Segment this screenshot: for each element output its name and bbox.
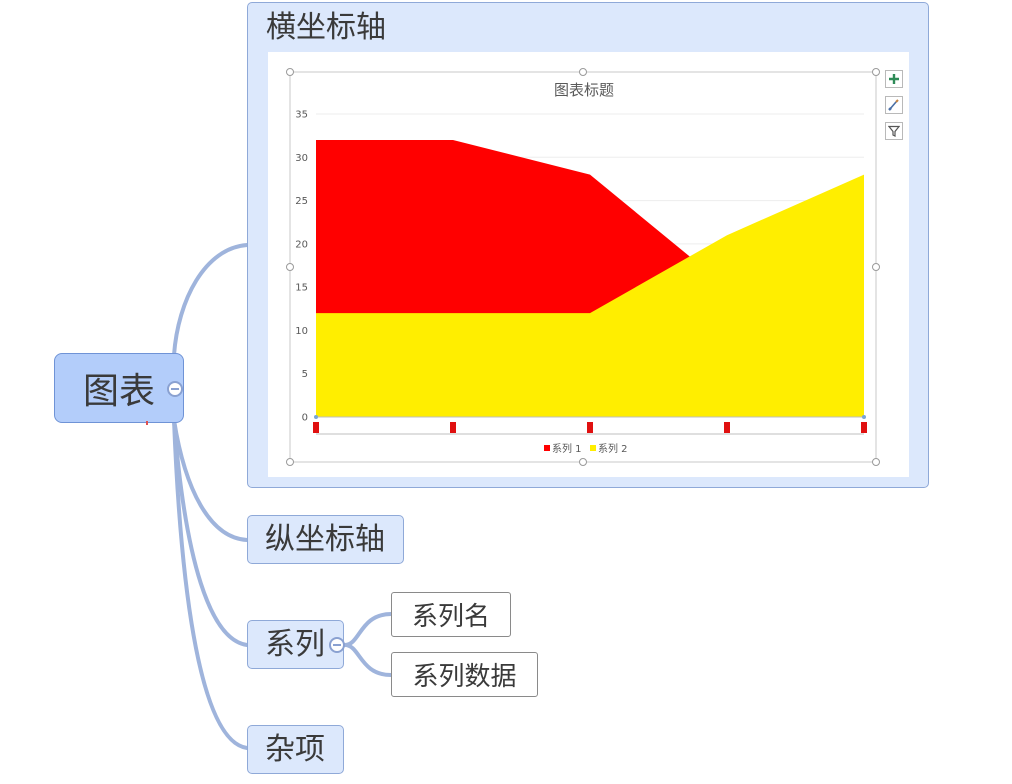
root-collapse-icon[interactable] xyxy=(167,381,183,397)
chart-title: 图表标题 xyxy=(554,81,614,99)
resize-handle xyxy=(579,458,587,466)
resize-handle xyxy=(579,68,587,76)
resize-handle xyxy=(286,458,294,466)
series-collapse-icon[interactable] xyxy=(329,637,345,653)
x-category-marker xyxy=(724,422,730,433)
root-topic[interactable]: 图表 xyxy=(54,353,184,423)
branch-misc-label: 杂项 xyxy=(265,731,325,767)
y-tick-label: 0 xyxy=(302,413,308,424)
subtopic-series-name-label: 系列名 xyxy=(411,602,490,632)
root-topic-label: 图表 xyxy=(82,371,155,412)
axis-end-point xyxy=(314,415,318,419)
y-tick-label: 30 xyxy=(295,153,308,164)
y-tick-label: 10 xyxy=(295,326,308,337)
subtopic-series-data-label: 系列数据 xyxy=(412,662,517,692)
y-tick-label: 35 xyxy=(295,110,308,121)
branch-y-axis[interactable]: 纵坐标轴 xyxy=(247,515,404,564)
resize-handle xyxy=(872,68,880,76)
embedded-chart[interactable]: 图表标题 0 5 10 15 20 25 30 35 系列 1 系列 2 xyxy=(268,52,909,477)
legend-label: 系列 2 xyxy=(598,442,628,455)
subtopic-series-data[interactable]: 系列数据 xyxy=(391,652,538,697)
y-tick-label: 20 xyxy=(295,239,308,250)
plus-icon[interactable] xyxy=(885,70,903,88)
filter-icon[interactable] xyxy=(885,122,903,140)
x-category-marker xyxy=(313,422,319,433)
chart-canvas: 图表标题 0 5 10 15 20 25 30 35 系列 1 系列 2 xyxy=(286,68,880,466)
y-tick-label: 25 xyxy=(295,196,308,207)
legend-swatch xyxy=(590,445,596,451)
brush-icon[interactable] xyxy=(885,96,903,114)
resize-handle xyxy=(872,263,880,271)
legend-label: 系列 1 xyxy=(552,442,582,455)
subtopic-series-name[interactable]: 系列名 xyxy=(391,592,511,637)
axis-end-point xyxy=(862,415,866,419)
branch-y-axis-label: 纵坐标轴 xyxy=(265,521,385,557)
legend-swatch xyxy=(544,445,550,451)
resize-handle xyxy=(286,263,294,271)
branch-x-axis-label: 横坐标轴 xyxy=(266,10,386,45)
branch-x-axis[interactable]: 横坐标轴 图表标题 0 5 10 15 20 25 30 35 系列 1 系列 2 xyxy=(247,2,929,488)
x-category-marker xyxy=(587,422,593,433)
resize-handle xyxy=(872,458,880,466)
x-category-marker xyxy=(861,422,867,433)
x-category-marker xyxy=(450,422,456,433)
branch-misc[interactable]: 杂项 xyxy=(247,725,344,774)
chart-areas xyxy=(316,139,864,417)
y-tick-label: 15 xyxy=(295,283,308,294)
resize-handle xyxy=(286,68,294,76)
marker-dot xyxy=(146,421,148,425)
branch-series-label: 系列 xyxy=(265,626,325,662)
chart-legend: 系列 1 系列 2 xyxy=(544,442,628,455)
y-tick-label: 5 xyxy=(302,369,308,380)
